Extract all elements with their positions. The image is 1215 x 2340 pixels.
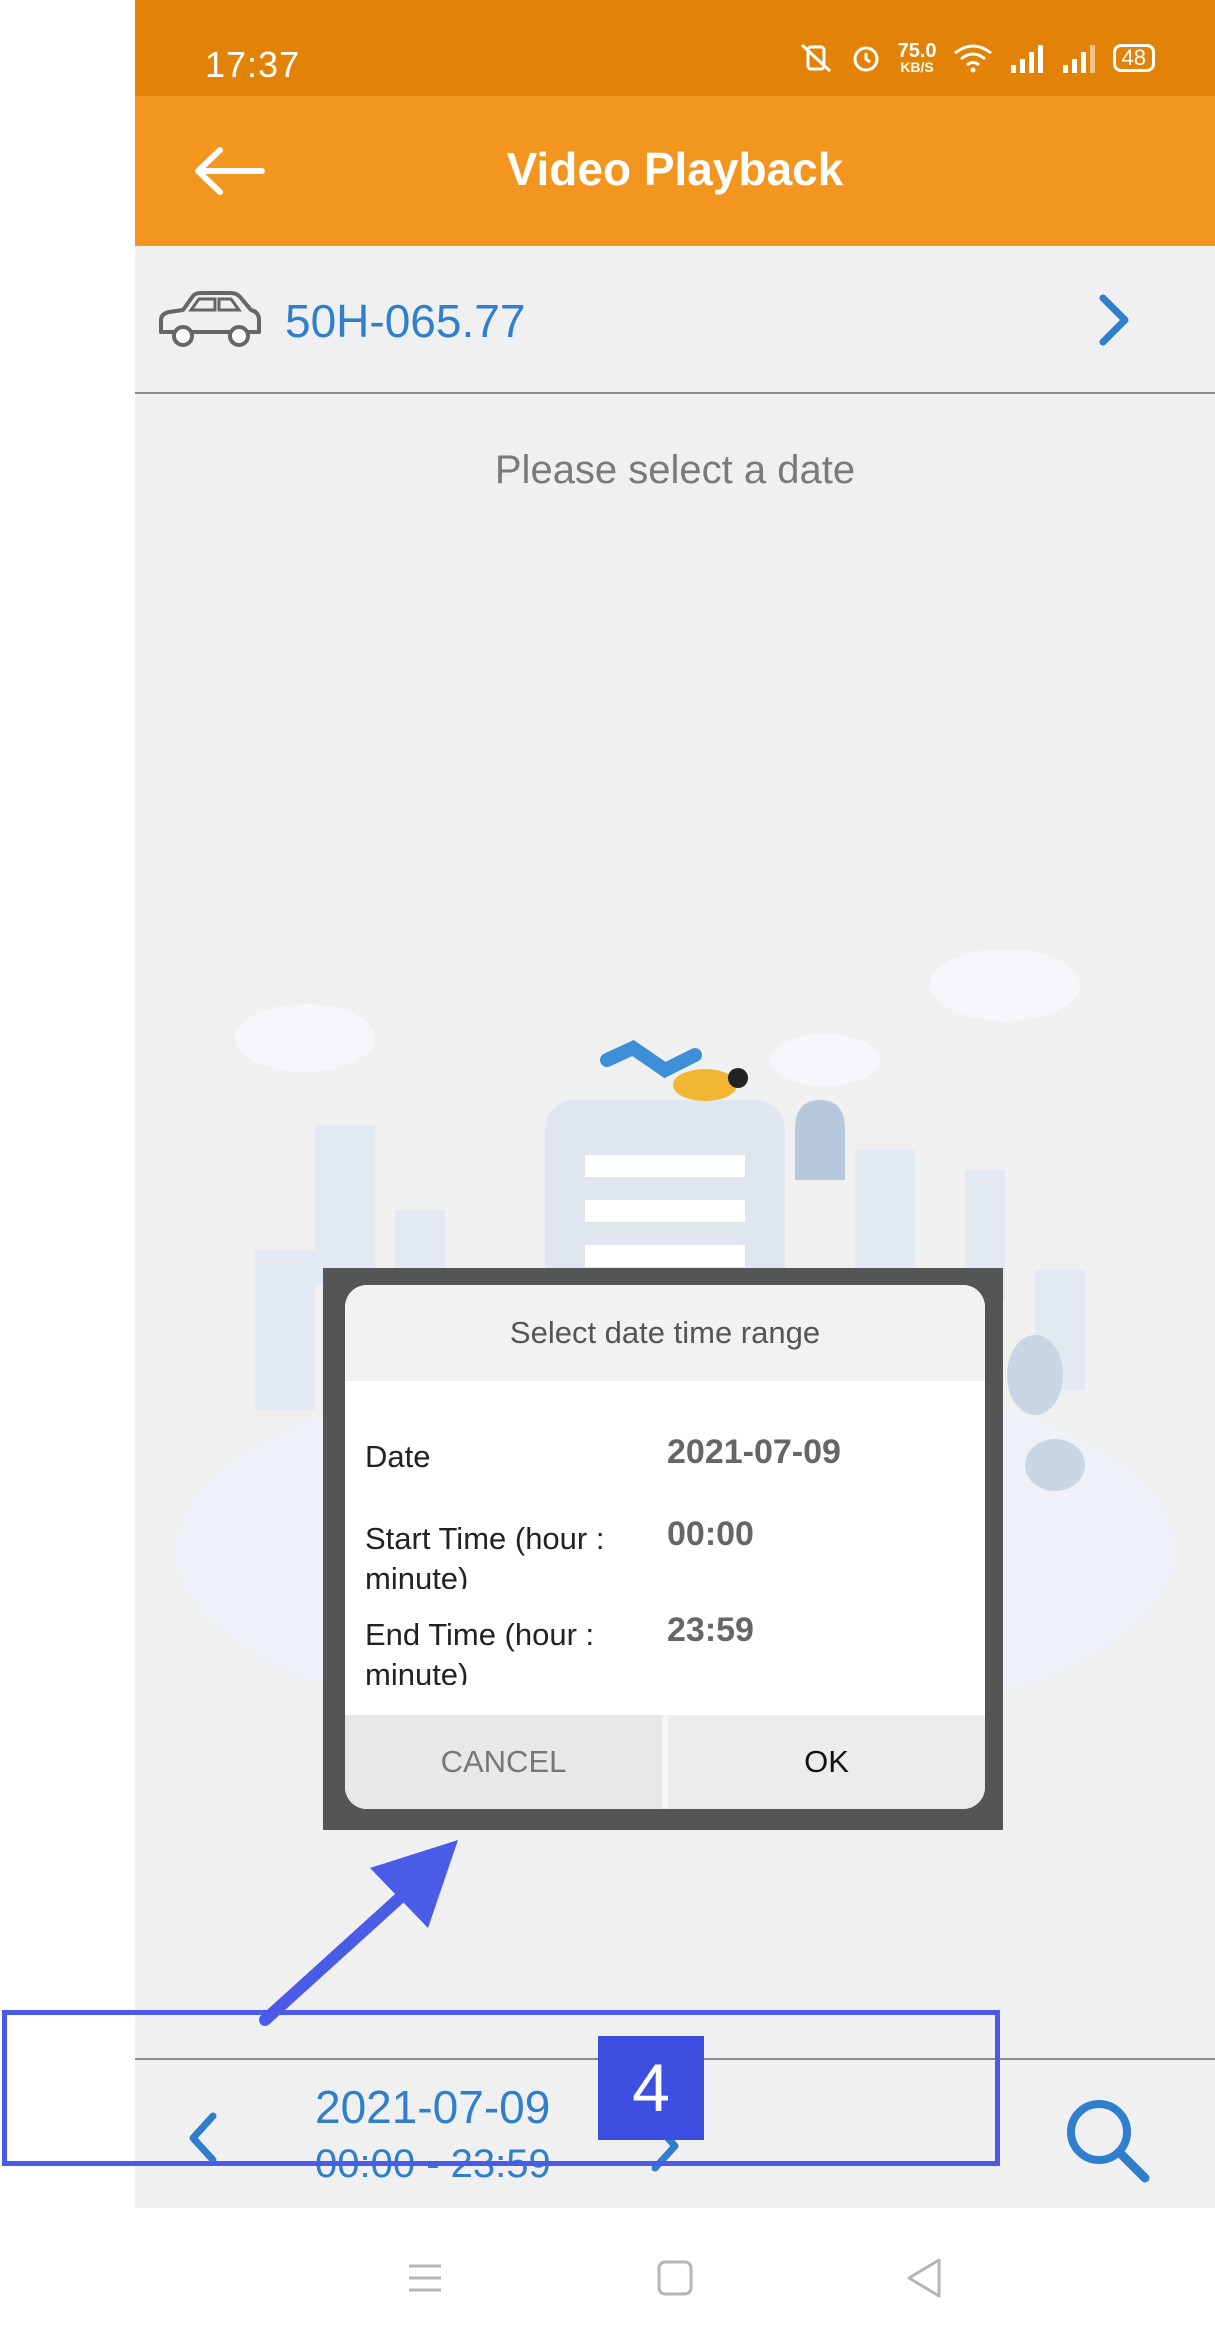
signal-icon-2 bbox=[1062, 45, 1095, 73]
start-time-label: Start Time (hour : minute) bbox=[365, 1521, 605, 1589]
annotation-step-badge: 4 bbox=[598, 2036, 704, 2140]
date-value[interactable]: 2021-07-09 bbox=[667, 1433, 841, 1472]
end-time-label: End Time (hour : minute) bbox=[365, 1617, 595, 1685]
select-date-hint: Please select a date bbox=[494, 448, 856, 492]
end-time-value[interactable]: 23:59 bbox=[667, 1611, 754, 1650]
back-triangle-icon[interactable] bbox=[895, 2248, 955, 2308]
start-time-row[interactable]: Start Time (hour : minute) 00:00 bbox=[345, 1511, 985, 1591]
date-row[interactable]: Date 2021-07-09 bbox=[345, 1415, 985, 1495]
menu-icon[interactable] bbox=[395, 2248, 455, 2308]
ok-button[interactable]: OK bbox=[668, 1715, 985, 1809]
vehicle-plate: 50H-065.77 bbox=[285, 295, 526, 347]
left-margin bbox=[0, 0, 135, 2340]
network-speed: 75.0 KB/S bbox=[897, 40, 937, 75]
page-title: Video Playback bbox=[506, 143, 844, 195]
date-time-range-dialog: Select date time range Date 2021-07-09 S… bbox=[345, 1285, 985, 1809]
dialog-title: Select date time range bbox=[345, 1285, 985, 1381]
end-time-row[interactable]: End Time (hour : minute) 23:59 bbox=[345, 1607, 985, 1687]
status-bar: 17:37 75.0 KB/S 48 bbox=[135, 0, 1215, 96]
speed-value: 75.0 bbox=[897, 40, 937, 62]
app-bar: Video Playback bbox=[135, 96, 1215, 246]
car-icon bbox=[159, 291, 261, 347]
home-icon[interactable] bbox=[645, 2248, 705, 2308]
signal-icon bbox=[1010, 45, 1043, 73]
start-time-value[interactable]: 00:00 bbox=[667, 1515, 754, 1554]
system-nav-bar bbox=[135, 2208, 1215, 2340]
vehicle-selector[interactable]: 50H-065.77 bbox=[135, 246, 1215, 394]
battery-icon: 48 bbox=[1112, 44, 1155, 72]
phone-screen: 17:37 75.0 KB/S 48 Video Playback 50H-06… bbox=[135, 0, 1215, 2340]
vibrate-off-icon bbox=[800, 43, 831, 73]
status-time: 17:37 bbox=[205, 44, 301, 85]
status-icons: 75.0 KB/S 48 bbox=[798, 40, 1155, 75]
dialog-buttons: CANCEL OK bbox=[345, 1715, 985, 1809]
annotation-highlight-box bbox=[2, 2010, 1000, 2166]
alarm-icon bbox=[853, 46, 879, 72]
search-icon[interactable] bbox=[1059, 2092, 1155, 2188]
cancel-button[interactable]: CANCEL bbox=[345, 1715, 668, 1809]
chevron-right-icon[interactable] bbox=[1095, 290, 1135, 350]
wifi-icon bbox=[953, 44, 992, 73]
date-label: Date bbox=[365, 1439, 431, 1474]
speed-unit: KB/S bbox=[900, 59, 934, 75]
